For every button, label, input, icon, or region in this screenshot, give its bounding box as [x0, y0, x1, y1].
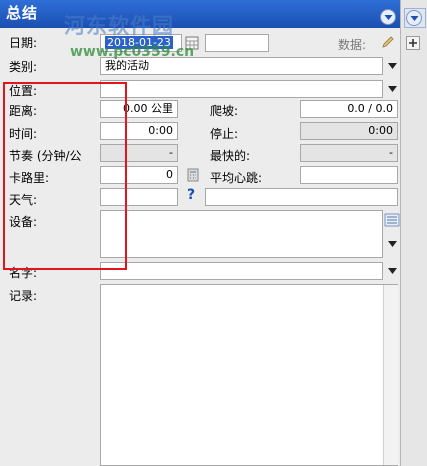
stop-value: 0:00	[368, 124, 393, 137]
climb-field[interactable]: 0.0 / 0.0	[300, 100, 398, 118]
edit-data-button[interactable]	[380, 34, 396, 50]
category-value: 我的活动	[105, 59, 149, 72]
pencil-icon	[382, 36, 394, 48]
highlight-box	[3, 82, 127, 270]
pace-value: -	[169, 146, 173, 159]
chevron-down-icon	[387, 268, 397, 274]
weather-detail-field[interactable]	[205, 188, 398, 206]
fastest-value: -	[389, 146, 393, 159]
location-dropdown[interactable]	[384, 81, 400, 97]
climb-label: 爬坡:	[210, 104, 239, 118]
notes-textarea[interactable]	[100, 284, 398, 466]
chevron-down-icon	[410, 15, 418, 21]
location-select[interactable]	[100, 80, 383, 98]
watermark-text: 河东软件园	[64, 14, 174, 38]
add-button[interactable]	[406, 36, 420, 50]
fastest-field: -	[300, 144, 398, 162]
help-icon[interactable]: ?	[187, 187, 195, 203]
date-label: 日期:	[9, 36, 38, 50]
avg-hr-field[interactable]	[300, 166, 398, 184]
calculator-icon	[187, 168, 199, 182]
category-label: 类别:	[9, 60, 38, 74]
calories-value: 0	[166, 168, 173, 181]
fastest-label: 最快的:	[210, 149, 251, 163]
collapse-button[interactable]	[380, 9, 396, 25]
time-value: 0:00	[148, 124, 173, 137]
notes-label: 记录:	[9, 289, 38, 303]
avg-hr-label: 平均心跳:	[210, 171, 263, 185]
climb-value: 0.0 / 0.0	[347, 102, 393, 115]
panel-title: 总结	[6, 4, 39, 22]
side-collapse-button[interactable]	[406, 10, 422, 26]
chevron-down-icon	[387, 63, 397, 69]
stop-field: 0:00	[300, 122, 398, 140]
list-icon	[384, 213, 400, 227]
equipment-dropdown[interactable]	[384, 236, 400, 252]
stop-label: 停止:	[210, 127, 239, 141]
side-panel	[400, 0, 427, 466]
chevron-down-icon	[387, 241, 397, 247]
watermark-url: www.pc0359.cn	[70, 44, 195, 60]
add-icon	[409, 39, 417, 47]
equipment-field[interactable]	[100, 210, 383, 258]
chevron-down-icon	[384, 14, 392, 20]
calculator-button[interactable]	[185, 167, 201, 183]
name-select[interactable]	[100, 262, 383, 280]
panel-header	[0, 0, 400, 28]
chevron-down-icon	[387, 86, 397, 92]
time-of-day-field[interactable]	[205, 34, 269, 52]
distance-unit: 公里	[151, 102, 173, 115]
notes-scrollbar[interactable]	[383, 285, 398, 465]
data-label: 数据:	[338, 38, 367, 52]
name-dropdown[interactable]	[384, 263, 400, 279]
equipment-list-button[interactable]	[384, 213, 400, 227]
category-dropdown[interactable]	[384, 58, 400, 74]
